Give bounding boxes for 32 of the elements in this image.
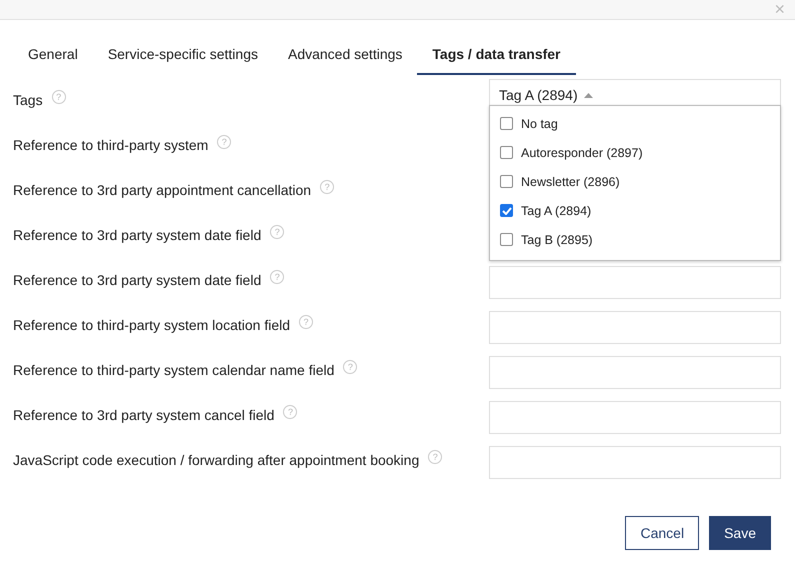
checkbox[interactable] [500,175,513,188]
dropdown-option[interactable]: Newsletter (2896) [490,167,780,196]
field-label: Reference to 3rd party system date field [13,227,262,243]
input-field[interactable] [489,446,781,479]
tab[interactable]: Service-specific settings [92,46,273,75]
dropdown-option[interactable]: Tag A (2894) [490,196,780,225]
input-field[interactable] [489,356,781,389]
field-label: Reference to third-party system location field [13,317,290,333]
tab[interactable]: Advanced settings [272,46,418,75]
tab[interactable]: General [13,46,93,75]
dropdown-option[interactable]: No tag [490,109,780,138]
field-label: JavaScript code execution / forwarding after appointment booking [13,452,420,468]
checkbox[interactable] [500,146,513,159]
checkbox[interactable] [500,233,513,246]
field-label: Reference to 3rd party system cancel field [13,407,274,423]
checkbox[interactable] [500,204,513,217]
cancel-button[interactable]: Cancel [625,516,700,550]
tab[interactable]: Tags / data transfer [417,46,576,75]
input-field[interactable] [489,311,781,344]
input-field[interactable] [489,266,781,299]
checkbox[interactable] [500,117,513,130]
field-label: Reference to 3rd party appointment cancellation [13,182,312,198]
save-button[interactable]: Save [709,516,771,550]
caret-icon [584,93,593,98]
select-value: Tag A (2894) [499,86,578,102]
dropdown-option[interactable]: Tag B (2895) [490,225,780,254]
field-label: Tags [13,92,43,108]
field-label: Reference to 3rd party system date field [13,272,262,288]
input-field[interactable] [489,401,781,434]
field-label: Reference to third-party system [13,137,208,153]
field-label: Reference to third-party system calendar name field [13,362,334,378]
dropdown-option[interactable]: Autoresponder (2897) [490,138,780,167]
